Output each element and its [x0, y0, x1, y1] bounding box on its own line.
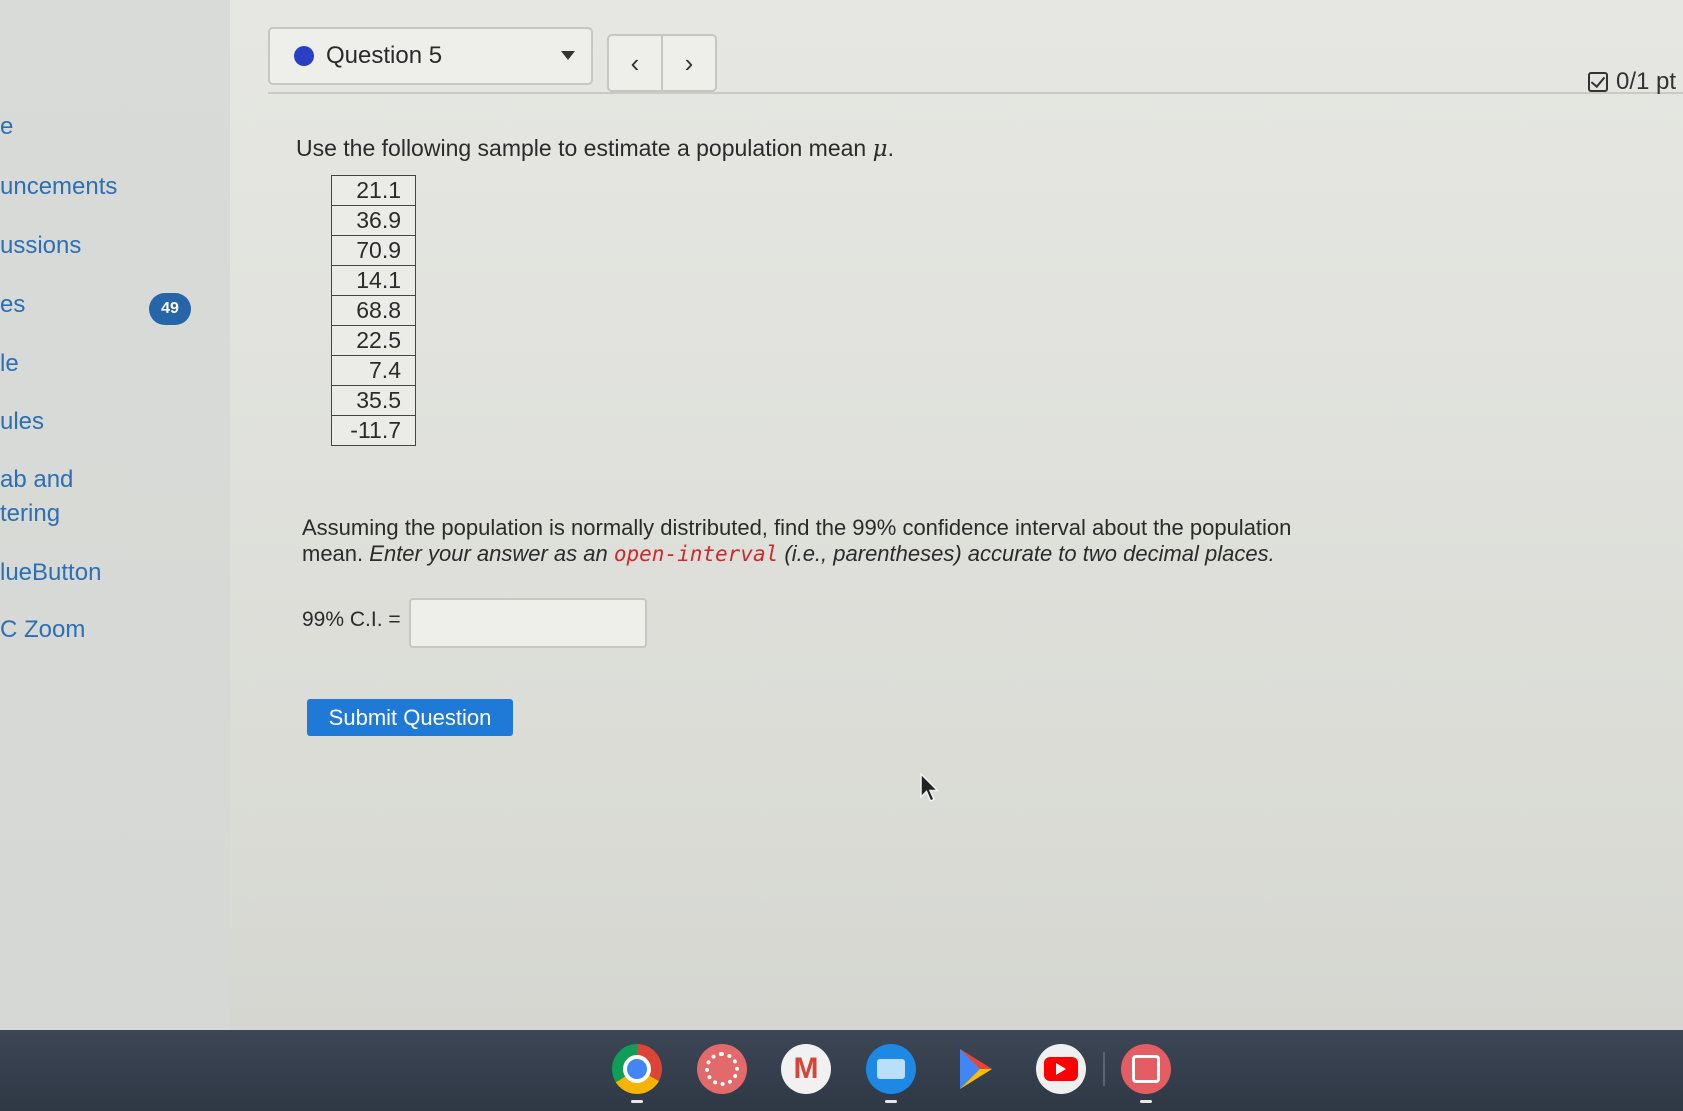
chevron-right-icon: ›	[684, 47, 694, 78]
shelf-separator	[1103, 1052, 1105, 1086]
nav-item-zoom[interactable]: C Zoom	[0, 613, 85, 646]
table-row: -11.7	[331, 415, 416, 446]
instructions-italic-a: Enter your answer as an	[369, 541, 608, 566]
points-indicator: 0/1 pt	[1588, 68, 1676, 96]
play-triangle-icon	[960, 1049, 992, 1089]
mouse-pointer-icon	[920, 773, 940, 802]
question-select-label: Question 5	[326, 42, 443, 69]
sample-cell: 7.4	[331, 355, 416, 386]
nav-item-mylab-line1[interactable]: ab and	[0, 463, 73, 496]
grades-count-badge: 49	[149, 293, 191, 325]
sample-data-table: 21.1 36.9 70.9 14.1 68.8 22.5 7.4 35.5 -…	[331, 175, 416, 446]
files-running-indicator	[885, 1100, 897, 1103]
nav-item-home[interactable]: e	[0, 110, 13, 143]
screen: e uncements ussions es 49 le ules ab and…	[0, 0, 1683, 1111]
table-row: 14.1	[331, 265, 416, 296]
instructions-mean: mean.	[302, 541, 364, 566]
app-running-indicator	[1140, 1100, 1152, 1103]
gmail-icon[interactable]: M	[781, 1044, 831, 1094]
sample-cell: 22.5	[331, 325, 416, 356]
course-nav-sidebar: e uncements ussions es 49 le ules ab and…	[0, 0, 230, 1030]
nav-item-grades[interactable]: es	[0, 288, 25, 321]
caret-down-icon	[561, 51, 575, 60]
ci-label: 99% C.I. =	[302, 608, 401, 631]
previous-question-button[interactable]: ‹	[609, 36, 661, 90]
ci-answer-input[interactable]	[409, 598, 647, 648]
nav-item-discussions[interactable]: ussions	[0, 229, 81, 262]
table-row: 21.1	[331, 175, 416, 206]
sample-cell: 68.8	[331, 295, 416, 326]
chevron-left-icon: ‹	[630, 47, 640, 78]
os-shelf: M	[0, 1030, 1683, 1111]
nav-item-people[interactable]: le	[0, 347, 19, 380]
canvas-icon[interactable]	[697, 1044, 747, 1094]
table-row: 35.5	[331, 385, 416, 416]
question-select-dropdown[interactable]: Question 5	[268, 27, 593, 85]
question-instructions: Assuming the population is normally dist…	[302, 515, 1382, 567]
question-status-dot	[294, 46, 314, 66]
sample-cell: 35.5	[331, 385, 416, 416]
prompt-text: Use the following sample to estimate a p…	[296, 135, 873, 161]
table-row: 70.9	[331, 235, 416, 266]
sample-cell: 70.9	[331, 235, 416, 266]
open-interval-highlight: open-interval	[613, 542, 779, 566]
prompt-end: .	[887, 135, 894, 161]
nav-item-announcements[interactable]: uncements	[0, 170, 117, 203]
instructions-line1: Assuming the population is normally dist…	[302, 515, 1292, 540]
sample-cell: 36.9	[331, 205, 416, 236]
chrome-icon[interactable]	[612, 1044, 662, 1094]
sample-cell: 14.1	[331, 265, 416, 296]
table-row: 36.9	[331, 205, 416, 236]
play-store-icon[interactable]	[951, 1044, 1001, 1094]
table-row: 22.5	[331, 325, 416, 356]
question-pager: ‹ ›	[607, 34, 717, 92]
nav-item-mylab-line2[interactable]: tering	[0, 497, 60, 530]
sample-cell: -11.7	[331, 415, 416, 446]
question-prompt: Use the following sample to estimate a p…	[296, 135, 894, 162]
youtube-icon[interactable]	[1036, 1044, 1086, 1094]
table-row: 68.8	[331, 295, 416, 326]
table-row: 7.4	[331, 355, 416, 386]
question-bar-divider	[268, 92, 1683, 94]
nav-item-modules[interactable]: ules	[0, 405, 44, 438]
points-text: 0/1 pt	[1616, 68, 1677, 95]
instructions-italic-b: (i.e., parentheses) accurate to two deci…	[784, 541, 1275, 566]
submit-question-button[interactable]: Submit Question	[307, 699, 513, 736]
chrome-running-indicator	[631, 1100, 643, 1103]
mu-symbol: μ	[872, 136, 888, 162]
sample-cell: 21.1	[331, 175, 416, 206]
next-question-button[interactable]: ›	[661, 36, 715, 90]
nav-item-bluebutton[interactable]: lueButton	[0, 556, 101, 589]
app-icon[interactable]	[1121, 1044, 1171, 1094]
files-icon[interactable]	[866, 1044, 916, 1094]
checkbox-icon	[1588, 72, 1608, 92]
